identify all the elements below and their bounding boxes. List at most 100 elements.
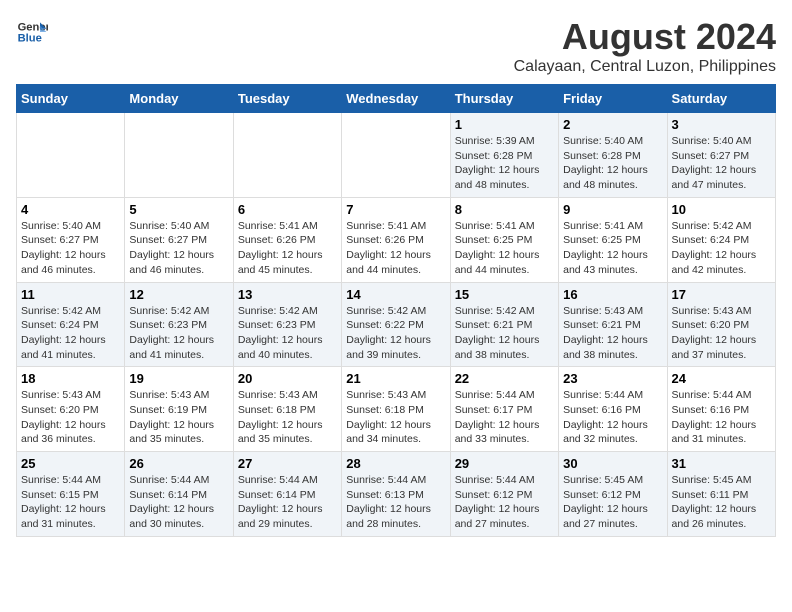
calendar-cell: 28 Sunrise: 5:44 AM Sunset: 6:13 PM Dayli… [342, 452, 450, 537]
day-info: Sunrise: 5:42 AM Sunset: 6:24 PM Dayligh… [672, 219, 771, 278]
calendar-cell: 11 Sunrise: 5:42 AM Sunset: 6:24 PM Dayli… [17, 282, 125, 367]
week-row-4: 18Sunrise: 5:43 AM Sunset: 6:20 PM Dayli… [17, 367, 776, 452]
day-info: Sunrise: 5:42 AM Sunset: 6:24 PM Dayligh… [21, 304, 120, 363]
calendar-cell: 31 Sunrise: 5:45 AM Sunset: 6:11 PM Dayli… [667, 452, 775, 537]
calendar-cell [125, 113, 233, 198]
day-number: 13 [238, 287, 337, 302]
week-row-5: 25 Sunrise: 5:44 AM Sunset: 6:15 PM Dayli… [17, 452, 776, 537]
day-number: 3 [672, 117, 771, 132]
calendar-cell: 13 Sunrise: 5:42 AM Sunset: 6:23 PM Dayli… [233, 282, 341, 367]
calendar-cell: 7Sunrise: 5:41 AM Sunset: 6:26 PM Daylig… [342, 197, 450, 282]
day-number: 14 [346, 287, 445, 302]
day-info: Sunrise: 5:40 AM Sunset: 6:27 PM Dayligh… [21, 219, 120, 278]
day-number: 9 [563, 202, 662, 217]
calendar-header: SundayMondayTuesdayWednesdayThursdayFrid… [17, 85, 776, 113]
week-row-1: 1Sunrise: 5:39 AM Sunset: 6:28 PM Daylig… [17, 113, 776, 198]
calendar-cell: 19Sunrise: 5:43 AM Sunset: 6:19 PM Dayli… [125, 367, 233, 452]
day-number: 20 [238, 371, 337, 386]
day-info: Sunrise: 5:45 AM Sunset: 6:11 PM Dayligh… [672, 473, 771, 532]
calendar-cell: 16 Sunrise: 5:43 AM Sunset: 6:21 PM Dayli… [559, 282, 667, 367]
subtitle: Calayaan, Central Luzon, Philippines [514, 58, 776, 76]
calendar-cell: 15 Sunrise: 5:42 AM Sunset: 6:21 PM Dayli… [450, 282, 558, 367]
day-info: Sunrise: 5:43 AM Sunset: 6:20 PM Dayligh… [672, 304, 771, 363]
calendar-cell: 10 Sunrise: 5:42 AM Sunset: 6:24 PM Dayli… [667, 197, 775, 282]
calendar-cell: 9Sunrise: 5:41 AM Sunset: 6:25 PM Daylig… [559, 197, 667, 282]
day-info: Sunrise: 5:42 AM Sunset: 6:23 PM Dayligh… [238, 304, 337, 363]
calendar-cell: 30Sunrise: 5:45 AM Sunset: 6:12 PM Dayli… [559, 452, 667, 537]
day-info: Sunrise: 5:41 AM Sunset: 6:26 PM Dayligh… [238, 219, 337, 278]
header-saturday: Saturday [667, 85, 775, 113]
day-info: Sunrise: 5:42 AM Sunset: 6:22 PM Dayligh… [346, 304, 445, 363]
day-info: Sunrise: 5:44 AM Sunset: 6:14 PM Dayligh… [238, 473, 337, 532]
day-number: 19 [129, 371, 228, 386]
calendar-cell: 14 Sunrise: 5:42 AM Sunset: 6:22 PM Dayli… [342, 282, 450, 367]
day-info: Sunrise: 5:44 AM Sunset: 6:13 PM Dayligh… [346, 473, 445, 532]
day-info: Sunrise: 5:43 AM Sunset: 6:21 PM Dayligh… [563, 304, 662, 363]
logo: General Blue [16, 16, 48, 48]
calendar-cell: 5 Sunrise: 5:40 AM Sunset: 6:27 PM Daylig… [125, 197, 233, 282]
day-info: Sunrise: 5:42 AM Sunset: 6:23 PM Dayligh… [129, 304, 228, 363]
day-info: Sunrise: 5:43 AM Sunset: 6:18 PM Dayligh… [346, 388, 445, 447]
calendar-cell: 18Sunrise: 5:43 AM Sunset: 6:20 PM Dayli… [17, 367, 125, 452]
day-number: 4 [21, 202, 120, 217]
day-number: 5 [129, 202, 228, 217]
header-monday: Monday [125, 85, 233, 113]
calendar-cell: 17 Sunrise: 5:43 AM Sunset: 6:20 PM Dayli… [667, 282, 775, 367]
day-number: 10 [672, 202, 771, 217]
calendar-cell: 26 Sunrise: 5:44 AM Sunset: 6:14 PM Dayli… [125, 452, 233, 537]
calendar-body: 1Sunrise: 5:39 AM Sunset: 6:28 PM Daylig… [17, 113, 776, 537]
calendar-cell: 2 Sunrise: 5:40 AM Sunset: 6:28 PM Daylig… [559, 113, 667, 198]
day-number: 25 [21, 456, 120, 471]
svg-text:Blue: Blue [18, 33, 42, 45]
calendar-cell [17, 113, 125, 198]
calendar-cell: 6 Sunrise: 5:41 AM Sunset: 6:26 PM Daylig… [233, 197, 341, 282]
day-number: 21 [346, 371, 445, 386]
day-number: 17 [672, 287, 771, 302]
day-info: Sunrise: 5:44 AM Sunset: 6:17 PM Dayligh… [455, 388, 554, 447]
day-info: Sunrise: 5:44 AM Sunset: 6:14 PM Dayligh… [129, 473, 228, 532]
day-number: 30 [563, 456, 662, 471]
calendar-cell: 4 Sunrise: 5:40 AM Sunset: 6:27 PM Daylig… [17, 197, 125, 282]
day-number: 24 [672, 371, 771, 386]
day-info: Sunrise: 5:42 AM Sunset: 6:21 PM Dayligh… [455, 304, 554, 363]
day-info: Sunrise: 5:44 AM Sunset: 6:15 PM Dayligh… [21, 473, 120, 532]
main-title: August 2024 [514, 16, 776, 58]
header-row: SundayMondayTuesdayWednesdayThursdayFrid… [17, 85, 776, 113]
day-number: 1 [455, 117, 554, 132]
day-number: 29 [455, 456, 554, 471]
day-info: Sunrise: 5:44 AM Sunset: 6:16 PM Dayligh… [563, 388, 662, 447]
calendar-cell: 3 Sunrise: 5:40 AM Sunset: 6:27 PM Daylig… [667, 113, 775, 198]
day-number: 16 [563, 287, 662, 302]
header-tuesday: Tuesday [233, 85, 341, 113]
calendar-cell: 23 Sunrise: 5:44 AM Sunset: 6:16 PM Dayli… [559, 367, 667, 452]
day-info: Sunrise: 5:43 AM Sunset: 6:18 PM Dayligh… [238, 388, 337, 447]
week-row-2: 4 Sunrise: 5:40 AM Sunset: 6:27 PM Daylig… [17, 197, 776, 282]
day-info: Sunrise: 5:40 AM Sunset: 6:28 PM Dayligh… [563, 134, 662, 193]
header-friday: Friday [559, 85, 667, 113]
day-number: 31 [672, 456, 771, 471]
day-number: 28 [346, 456, 445, 471]
day-number: 26 [129, 456, 228, 471]
week-row-3: 11 Sunrise: 5:42 AM Sunset: 6:24 PM Dayli… [17, 282, 776, 367]
calendar-cell: 1Sunrise: 5:39 AM Sunset: 6:28 PM Daylig… [450, 113, 558, 198]
header-wednesday: Wednesday [342, 85, 450, 113]
day-number: 12 [129, 287, 228, 302]
day-info: Sunrise: 5:40 AM Sunset: 6:27 PM Dayligh… [129, 219, 228, 278]
day-info: Sunrise: 5:41 AM Sunset: 6:25 PM Dayligh… [455, 219, 554, 278]
calendar-table: SundayMondayTuesdayWednesdayThursdayFrid… [16, 84, 776, 537]
day-number: 2 [563, 117, 662, 132]
title-area: August 2024 Calayaan, Central Luzon, Phi… [514, 16, 776, 76]
day-number: 11 [21, 287, 120, 302]
calendar-cell [342, 113, 450, 198]
day-number: 6 [238, 202, 337, 217]
day-info: Sunrise: 5:41 AM Sunset: 6:26 PM Dayligh… [346, 219, 445, 278]
day-number: 15 [455, 287, 554, 302]
logo-icon: General Blue [16, 16, 48, 48]
header-sunday: Sunday [17, 85, 125, 113]
day-number: 22 [455, 371, 554, 386]
calendar-cell: 25 Sunrise: 5:44 AM Sunset: 6:15 PM Dayli… [17, 452, 125, 537]
day-info: Sunrise: 5:44 AM Sunset: 6:12 PM Dayligh… [455, 473, 554, 532]
header-thursday: Thursday [450, 85, 558, 113]
day-number: 23 [563, 371, 662, 386]
day-info: Sunrise: 5:40 AM Sunset: 6:27 PM Dayligh… [672, 134, 771, 193]
